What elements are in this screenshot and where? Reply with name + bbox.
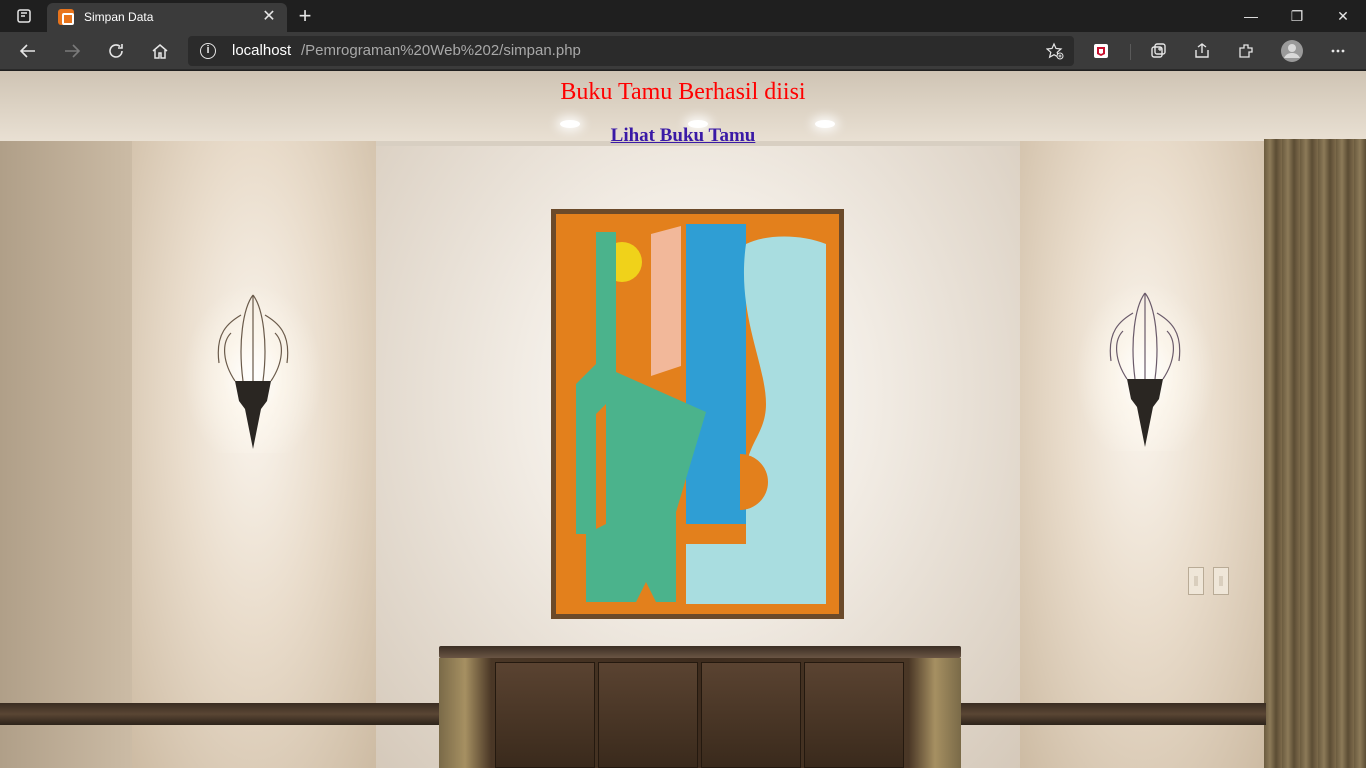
chair-rail-right xyxy=(961,703,1266,725)
address-bar[interactable]: i localhost /Pemrograman%20Web%202/simpa… xyxy=(188,36,1074,66)
collections-icon[interactable] xyxy=(1146,39,1170,63)
chair-rail-left xyxy=(0,703,440,725)
home-icon xyxy=(152,44,168,59)
extension-icon[interactable] xyxy=(1089,39,1113,63)
url-host: localhost xyxy=(232,42,292,59)
minimize-button[interactable]: — xyxy=(1228,0,1274,32)
tab-actions-icon[interactable] xyxy=(8,6,40,26)
light-switch xyxy=(1188,567,1204,595)
tab-title: Simpan Data xyxy=(84,10,154,24)
arrow-left-icon xyxy=(19,44,35,58)
restore-button[interactable]: ❐ xyxy=(1274,0,1320,32)
url-path: /Pemrograman%20Web%202/simpan.php xyxy=(301,42,581,59)
more-icon[interactable] xyxy=(1326,39,1350,63)
browser-toolbar: i localhost /Pemrograman%20Web%202/simpa… xyxy=(0,32,1366,70)
sideboard-cabinet xyxy=(439,646,961,768)
share-icon[interactable] xyxy=(1190,39,1214,63)
active-tab[interactable]: Simpan Data ✕ xyxy=(47,3,287,32)
info-icon[interactable]: i xyxy=(200,43,216,59)
close-tab-icon[interactable]: ✕ xyxy=(259,7,279,27)
puzzle-icon[interactable] xyxy=(1234,39,1258,63)
toolbar-divider xyxy=(1130,44,1131,60)
star-add-icon[interactable] xyxy=(1045,42,1064,60)
page-viewport: Buku Tamu Berhasil diisi Lihat Buku Tamu xyxy=(0,71,1366,768)
arrow-right-icon xyxy=(65,44,81,58)
wall-sconce-left xyxy=(183,283,323,453)
view-guestbook-link[interactable]: Lihat Buku Tamu xyxy=(0,126,1366,146)
success-message: Buku Tamu Berhasil diisi xyxy=(560,79,806,105)
tab-bar: Simpan Data ✕ + — ❐ ✕ xyxy=(0,0,1366,32)
wall-panel-right xyxy=(1020,141,1264,768)
abstract-painting xyxy=(551,209,844,619)
curtain-background xyxy=(1264,139,1366,768)
close-window-button[interactable]: ✕ xyxy=(1320,0,1366,32)
wall-left-background xyxy=(0,141,132,768)
forward-button[interactable] xyxy=(57,36,87,66)
refresh-button[interactable] xyxy=(101,36,131,66)
new-tab-button[interactable]: + xyxy=(293,5,317,27)
refresh-icon xyxy=(109,44,123,58)
profile-avatar[interactable] xyxy=(1280,39,1304,63)
home-button[interactable] xyxy=(145,36,175,66)
wall-sconce-right xyxy=(1075,281,1215,451)
back-button[interactable] xyxy=(13,36,43,66)
wall-panel-left xyxy=(132,141,376,768)
light-switch xyxy=(1213,567,1229,595)
xampp-favicon-icon xyxy=(58,9,74,25)
